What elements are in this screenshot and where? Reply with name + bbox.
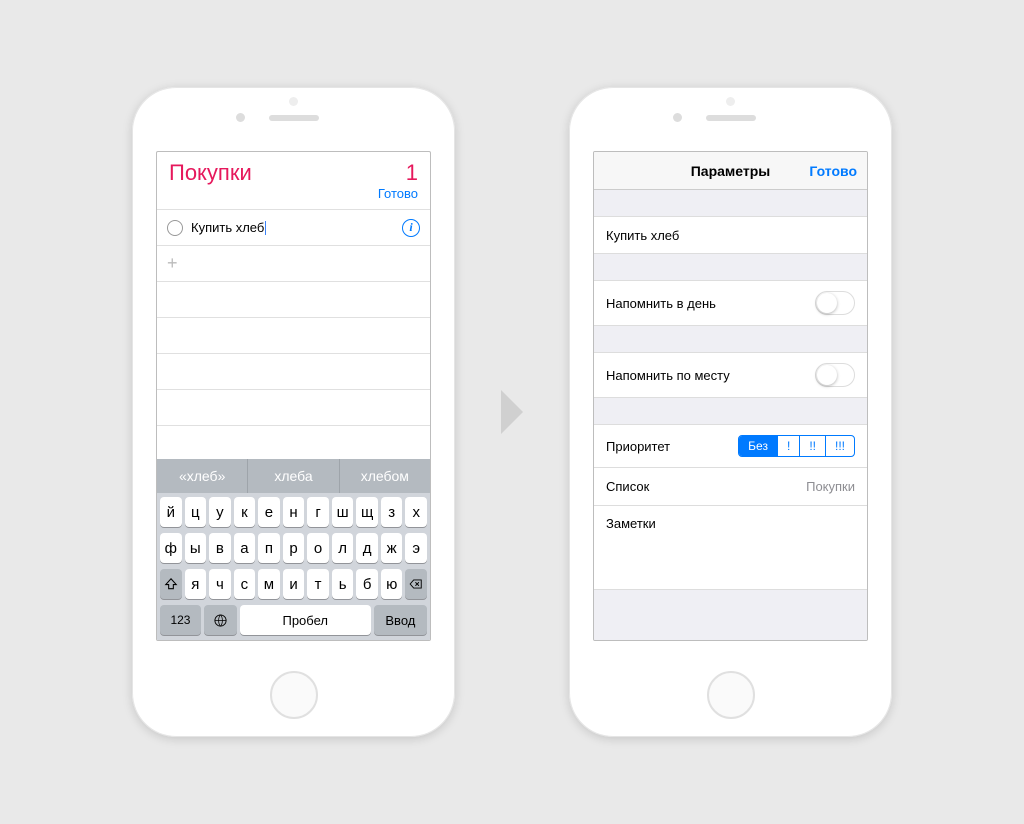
key[interactable]: и (283, 569, 305, 599)
keyboard-suggestions: «хлеб» хлеба хлебом (157, 459, 430, 493)
key[interactable]: й (160, 497, 182, 527)
globe-icon (213, 613, 228, 628)
priority-segmented[interactable]: Без ! !! !!! (738, 435, 855, 457)
key[interactable]: з (381, 497, 403, 527)
key[interactable]: ж (381, 533, 403, 563)
notes-label: Заметки (606, 516, 656, 531)
key[interactable]: я (185, 569, 207, 599)
text-cursor-icon (265, 221, 266, 235)
key[interactable]: с (234, 569, 256, 599)
reminders-screen: Покупки 1 Готово Купить хлеб i + «хлеб» … (156, 151, 431, 641)
remind-place-cell: Напомнить по месту (594, 352, 867, 398)
key[interactable]: п (258, 533, 280, 563)
backspace-icon (409, 577, 423, 591)
remind-place-toggle[interactable] (815, 363, 855, 387)
info-icon[interactable]: i (402, 219, 420, 237)
key[interactable]: е (258, 497, 280, 527)
key[interactable]: б (356, 569, 378, 599)
front-camera-icon (673, 113, 682, 122)
key[interactable]: ф (160, 533, 182, 563)
home-button[interactable] (707, 671, 755, 719)
keyboard-row-3: я ч с м и т ь б ю (160, 569, 427, 599)
key[interactable]: м (258, 569, 280, 599)
done-button[interactable]: Готово (809, 163, 857, 179)
key[interactable]: у (209, 497, 231, 527)
details-nav: Параметры Готово (594, 152, 867, 190)
details-group: Приоритет Без ! !! !!! Список Покупки За… (594, 424, 867, 590)
phone-left: Покупки 1 Готово Купить хлеб i + «хлеб» … (132, 87, 455, 737)
front-camera-icon (236, 113, 245, 122)
key[interactable]: ч (209, 569, 231, 599)
keyboard-row-2: ф ы в а п р о л д ж э (160, 533, 427, 563)
key[interactable]: в (209, 533, 231, 563)
key[interactable]: х (405, 497, 427, 527)
priority-opt-3[interactable]: !!! (826, 436, 854, 456)
shift-key[interactable] (160, 569, 182, 599)
remind-day-toggle[interactable] (815, 291, 855, 315)
enter-key[interactable]: Ввод (374, 605, 427, 635)
empty-lines (157, 282, 430, 459)
key[interactable]: ш (332, 497, 354, 527)
list-cell[interactable]: Список Покупки (594, 468, 867, 506)
keyboard: й ц у к е н г ш щ з х ф ы в а п р о л (157, 493, 430, 640)
remind-day-cell: Напомнить в день (594, 280, 867, 326)
keyboard-row-1: й ц у к е н г ш щ з х (160, 497, 427, 527)
suggestion-2[interactable]: хлебом (340, 459, 430, 493)
numbers-key[interactable]: 123 (160, 605, 201, 635)
list-value: Покупки (806, 479, 855, 494)
remind-day-label: Напомнить в день (606, 296, 716, 311)
key[interactable]: а (234, 533, 256, 563)
reminder-title-cell[interactable]: Купить хлеб (594, 216, 867, 254)
key[interactable]: ю (381, 569, 403, 599)
done-button[interactable]: Готово (378, 186, 418, 201)
item-count: 1 (378, 160, 418, 186)
remind-place-label: Напомнить по месту (606, 368, 730, 383)
details-body: Купить хлеб Напомнить в день Напомнить п… (594, 190, 867, 640)
keyboard-row-4: 123 Пробел Ввод (160, 605, 427, 635)
list-label: Список (606, 479, 649, 494)
suggestion-1[interactable]: хлеба (248, 459, 339, 493)
shift-icon (164, 577, 178, 591)
key[interactable]: н (283, 497, 305, 527)
priority-label: Приоритет (606, 439, 670, 454)
reminders-header: Покупки 1 Готово (157, 152, 430, 210)
proximity-sensor-icon (289, 97, 298, 106)
proximity-sensor-icon (726, 97, 735, 106)
speaker-icon (269, 115, 319, 121)
reminder-text[interactable]: Купить хлеб (191, 220, 394, 236)
priority-opt-0[interactable]: Без (739, 436, 778, 456)
key[interactable]: р (283, 533, 305, 563)
speaker-icon (706, 115, 756, 121)
key[interactable]: ц (185, 497, 207, 527)
key[interactable]: г (307, 497, 329, 527)
details-screen: Параметры Готово Купить хлеб Напомнить в… (593, 151, 868, 641)
complete-radio[interactable] (167, 220, 183, 236)
reminder-title: Купить хлеб (606, 228, 679, 243)
reminder-row[interactable]: Купить хлеб i (157, 210, 430, 246)
add-reminder-row[interactable]: + (157, 246, 430, 282)
list-title: Покупки (169, 160, 378, 186)
globe-key[interactable] (204, 605, 237, 635)
key[interactable]: щ (356, 497, 378, 527)
priority-opt-1[interactable]: ! (778, 436, 800, 456)
key[interactable]: к (234, 497, 256, 527)
arrow-right-icon (501, 390, 523, 434)
key[interactable]: ь (332, 569, 354, 599)
key[interactable]: л (332, 533, 354, 563)
key[interactable]: д (356, 533, 378, 563)
phone-right: Параметры Готово Купить хлеб Напомнить в… (569, 87, 892, 737)
notes-cell[interactable]: Заметки (594, 506, 867, 590)
space-key[interactable]: Пробел (240, 605, 371, 635)
plus-icon: + (167, 253, 178, 274)
suggestion-0[interactable]: «хлеб» (157, 459, 248, 493)
key[interactable]: т (307, 569, 329, 599)
nav-title: Параметры (691, 163, 771, 179)
priority-opt-2[interactable]: !! (800, 436, 826, 456)
key[interactable]: о (307, 533, 329, 563)
backspace-key[interactable] (405, 569, 427, 599)
key[interactable]: э (405, 533, 427, 563)
key[interactable]: ы (185, 533, 207, 563)
home-button[interactable] (270, 671, 318, 719)
priority-cell: Приоритет Без ! !! !!! (594, 424, 867, 468)
